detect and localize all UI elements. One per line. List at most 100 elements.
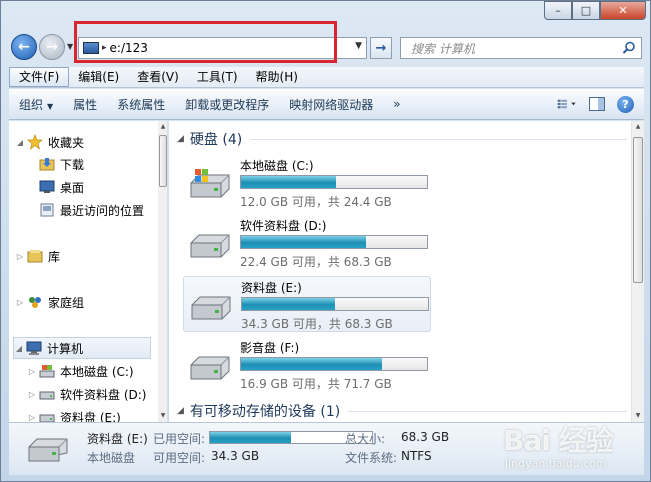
menu-help[interactable]: 帮助(H) <box>247 67 307 87</box>
details-free-label: 可用空间: <box>153 451 206 465</box>
drive-size-text: 16.9 GB 可用，共 71.7 GB <box>240 377 392 391</box>
tree-recent-places[interactable]: 最近访问的位置 <box>27 199 144 221</box>
scrollbar-thumb[interactable] <box>633 137 643 283</box>
navigation-pane-scrollbar[interactable]: ▲ ▼ <box>158 121 167 422</box>
menu-file[interactable]: 文件(F) <box>9 67 70 87</box>
collapse-arrow-icon[interactable]: ◢ <box>177 406 184 416</box>
search-icon[interactable] <box>622 41 636 55</box>
uninstall-program-button[interactable]: 卸载或更改程序 <box>175 96 279 113</box>
computer-icon <box>26 341 42 355</box>
recent-pages-dropdown-icon[interactable]: ▼ <box>67 42 73 51</box>
minimize-button[interactable]: – <box>544 1 572 20</box>
menu-edit[interactable]: 编辑(E) <box>69 67 128 87</box>
menu-tools[interactable]: 工具(T) <box>188 67 247 87</box>
tree-computer[interactable]: ◢ 计算机 <box>13 337 151 359</box>
help-icon[interactable]: ? <box>617 95 634 113</box>
back-button[interactable]: ← <box>11 34 37 60</box>
hard-drive-icon <box>39 414 55 422</box>
scrollbar-thumb[interactable] <box>159 135 167 187</box>
tree-computer-label: 计算机 <box>47 341 84 356</box>
properties-button[interactable]: 属性 <box>63 96 107 113</box>
details-total-value: 68.3 GB <box>401 430 450 444</box>
scroll-up-arrow-icon[interactable]: ▲ <box>632 121 644 133</box>
drive-usage-fill <box>241 176 336 188</box>
organize-button[interactable]: 组织 ▼ <box>9 96 63 113</box>
preview-pane-button[interactable] <box>587 94 607 114</box>
drive-usage-fill <box>242 298 335 310</box>
details-usage-fill <box>210 432 291 443</box>
details-pane: 资料盘 (E:) 已用空间: 总大小: 68.3 GB 本地磁盘 可用空间: 3… <box>9 422 644 475</box>
drive-tile[interactable]: 软件资料盘 (D:) 22.4 GB 可用，共 68.3 GB <box>183 215 431 271</box>
tree-drive-c[interactable]: ▷ 本地磁盘 (C:) <box>27 360 134 382</box>
details-fs-label: 文件系统: <box>345 451 398 465</box>
content-scrollbar[interactable]: ▲ ▼ <box>631 121 644 422</box>
drive-size-text: 34.3 GB 可用，共 68.3 GB <box>241 317 393 331</box>
tree-drive-d[interactable]: ▷ 软件资料盘 (D:) <box>27 383 147 405</box>
details-drive-type: 本地磁盘 <box>87 451 136 465</box>
go-button[interactable]: → <box>370 37 392 59</box>
scroll-up-arrow-icon[interactable]: ▲ <box>158 121 167 133</box>
address-dropdown-icon[interactable]: ▼ <box>355 41 362 51</box>
menu-view[interactable]: 查看(V) <box>128 67 188 87</box>
drive-name: 本地磁盘 (C:) <box>240 159 314 173</box>
tree-downloads-label: 下载 <box>60 157 85 172</box>
expand-arrow-icon[interactable]: ▷ <box>27 390 37 399</box>
tree-favorites[interactable]: ◢ 收藏夹 <box>15 131 84 153</box>
tree-libraries-label: 库 <box>48 249 61 264</box>
tree-homegroup[interactable]: ▷ 家庭组 <box>15 291 84 313</box>
expand-arrow-icon[interactable]: ▷ <box>15 252 25 261</box>
group-header-removable[interactable]: ◢ 有可移动存储的设备 (1) <box>177 401 627 421</box>
drive-name: 资料盘 (E:) <box>241 281 302 295</box>
drive-usage-bar <box>241 297 429 311</box>
drive-usage-fill <box>241 236 366 248</box>
caption-buttons: – □ ✕ <box>544 1 646 20</box>
homegroup-icon <box>29 297 41 308</box>
group-divider <box>250 138 627 140</box>
drive-tile[interactable]: 影音盘 (F:) 16.9 GB 可用，共 71.7 GB <box>183 337 431 393</box>
drive-tile[interactable]: 本地磁盘 (C:) 12.0 GB 可用，共 24.4 GB <box>183 155 431 211</box>
maximize-button[interactable]: □ <box>572 1 600 20</box>
tree-recent-label: 最近访问的位置 <box>60 203 145 218</box>
tree-drive-c-label: 本地磁盘 (C:) <box>60 364 134 379</box>
arrow-right-icon: → <box>375 40 387 56</box>
drive-size-text: 12.0 GB 可用，共 24.4 GB <box>240 195 392 209</box>
scroll-down-arrow-icon[interactable]: ▼ <box>158 410 167 422</box>
close-button[interactable]: ✕ <box>600 1 646 20</box>
view-options-icon <box>557 99 576 109</box>
toolbar-right-group: ? <box>557 94 634 114</box>
expand-arrow-icon[interactable]: ◢ <box>14 344 24 353</box>
content-pane: ◢ 硬盘 (4) 本地磁盘 (C:) 12.0 GB 可用，共 24.4 GB 软件… <box>169 121 644 422</box>
collapse-arrow-icon[interactable]: ◢ <box>177 134 184 144</box>
hard-drive-icon <box>191 296 231 320</box>
map-network-drive-button[interactable]: 映射网络驱动器 <box>279 96 383 113</box>
expand-arrow-icon[interactable]: ▷ <box>27 367 37 376</box>
hard-drive-icon <box>190 234 230 258</box>
group-header-hard-disks[interactable]: ◢ 硬盘 (4) <box>177 129 627 149</box>
more-commands-button[interactable]: » <box>383 97 410 111</box>
details-total-label: 总大小: <box>345 432 386 446</box>
explorer-window: – □ ✕ ← → ▼ ▸ e:/123 ▼ → 搜索 计算机 文件(F) 编辑… <box>0 0 651 482</box>
drive-tile[interactable]: 资料盘 (E:) 34.3 GB 可用，共 68.3 GB <box>183 276 431 332</box>
tree-favorites-label: 收藏夹 <box>48 135 85 150</box>
menu-bar: 文件(F) 编辑(E) 查看(V) 工具(T) 帮助(H) <box>9 67 644 88</box>
change-view-button[interactable] <box>557 94 577 114</box>
search-input[interactable]: 搜索 计算机 <box>400 37 642 59</box>
scroll-down-arrow-icon[interactable]: ▼ <box>632 410 644 422</box>
system-properties-button[interactable]: 系统属性 <box>107 96 175 113</box>
hard-drive-icon <box>190 356 230 380</box>
preview-pane-icon <box>589 97 605 111</box>
expand-arrow-icon[interactable]: ▷ <box>15 298 25 307</box>
tree-libraries[interactable]: ▷ 库 <box>15 245 60 267</box>
drive-usage-bar <box>240 175 428 189</box>
tree-drive-e[interactable]: ▷ 资料盘 (E:) <box>27 406 121 422</box>
details-fs-value: NTFS <box>401 449 432 463</box>
tree-downloads[interactable]: 下载 <box>27 153 84 175</box>
download-folder-icon <box>39 158 55 171</box>
tree-desktop-label: 桌面 <box>60 180 85 195</box>
organize-label: 组织 <box>19 97 44 112</box>
forward-button[interactable]: → <box>39 34 65 60</box>
arrow-right-icon: → <box>46 39 58 55</box>
expand-arrow-icon[interactable]: ◢ <box>15 138 25 147</box>
tree-desktop[interactable]: 桌面 <box>27 176 84 198</box>
expand-arrow-icon[interactable]: ▷ <box>27 413 37 422</box>
